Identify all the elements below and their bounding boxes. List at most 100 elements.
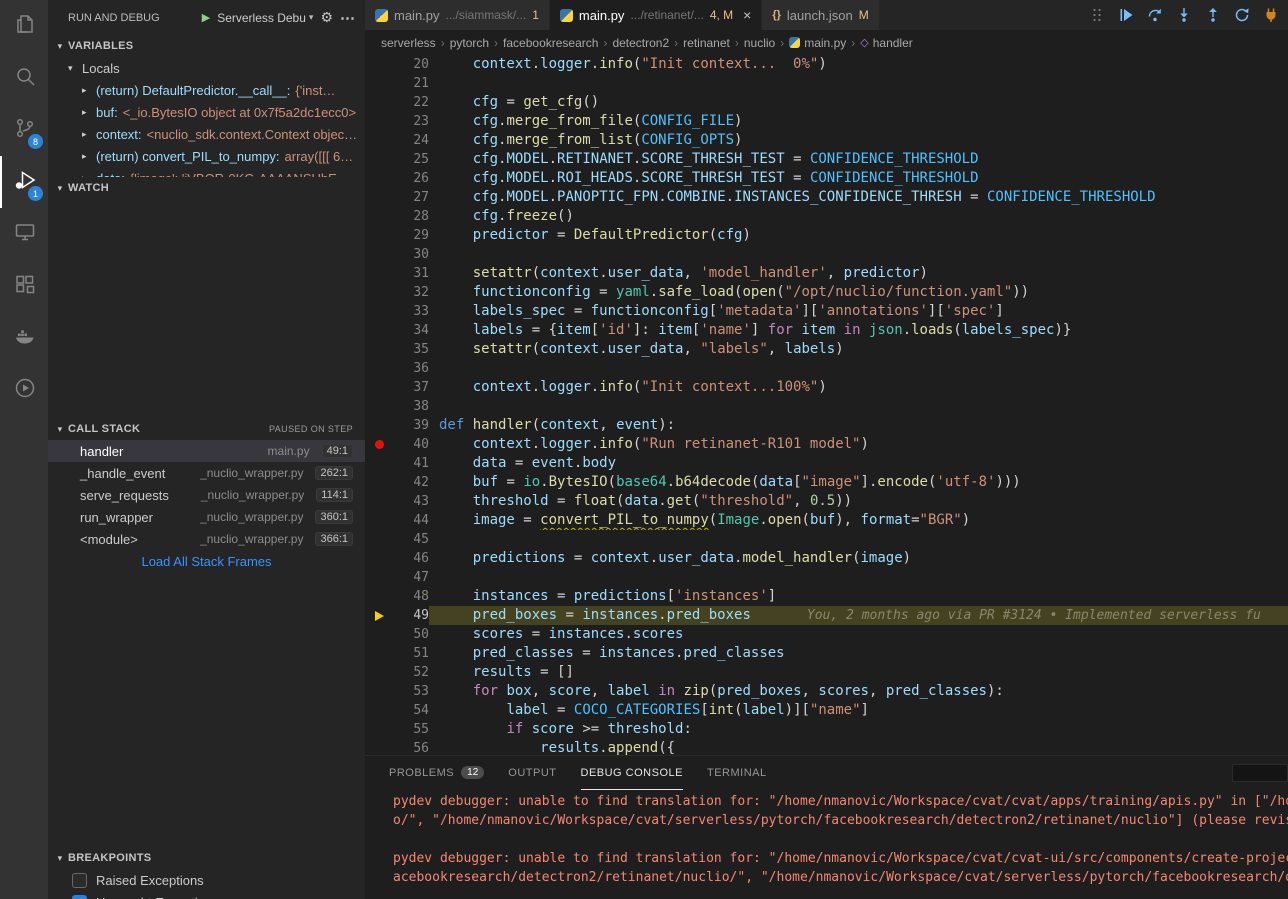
line-number[interactable]: 51	[393, 644, 429, 663]
breakpoint-item[interactable]: ✓Uncaught Exceptions	[48, 891, 365, 899]
line-number[interactable]: 47	[393, 568, 429, 587]
code-line[interactable]: 23 cfg.merge_from_file(CONFIG_FILE)	[365, 112, 1288, 131]
line-number[interactable]: 41	[393, 454, 429, 473]
line-number[interactable]: 20	[393, 55, 429, 74]
code-line[interactable]: 35 setattr(context.user_data, "labels", …	[365, 340, 1288, 359]
gutter-glyph-margin[interactable]	[365, 530, 393, 549]
code-line[interactable]: 47	[365, 568, 1288, 587]
line-number[interactable]: 40	[393, 435, 429, 454]
code-line[interactable]: 45	[365, 530, 1288, 549]
line-number[interactable]: 45	[393, 530, 429, 549]
code-line[interactable]: 50 scores = instances.scores	[365, 625, 1288, 644]
line-number[interactable]: 54	[393, 701, 429, 720]
code-line[interactable]: 24 cfg.merge_from_list(CONFIG_OPTS)	[365, 131, 1288, 150]
panel-tab-terminal[interactable]: TERMINAL	[707, 756, 767, 790]
gutter-glyph-margin[interactable]	[365, 568, 393, 587]
gutter-glyph-margin[interactable]	[365, 226, 393, 245]
variables-section-header[interactable]: ▾ VARIABLES	[48, 35, 365, 57]
line-number[interactable]: 42	[393, 473, 429, 492]
gutter-glyph-margin[interactable]	[365, 150, 393, 169]
code-line[interactable]: 52 results = []	[365, 663, 1288, 682]
line-number[interactable]: 39	[393, 416, 429, 435]
gutter-glyph-margin[interactable]	[365, 397, 393, 416]
gutter-glyph-margin[interactable]	[365, 625, 393, 644]
line-number[interactable]: 29	[393, 226, 429, 245]
line-number[interactable]: 56	[393, 739, 429, 755]
code-line[interactable]: 20 context.logger.info("Init context... …	[365, 55, 1288, 74]
gutter-glyph-margin[interactable]	[365, 264, 393, 283]
code-line[interactable]: 37 context.logger.info("Init context...1…	[365, 378, 1288, 397]
gutter-glyph-margin[interactable]	[365, 207, 393, 226]
code-line[interactable]: 41 data = event.body	[365, 454, 1288, 473]
line-number[interactable]: 35	[393, 340, 429, 359]
gutter-glyph-margin[interactable]	[365, 682, 393, 701]
code-line[interactable]: 48 instances = predictions['instances']	[365, 587, 1288, 606]
line-number[interactable]: 36	[393, 359, 429, 378]
breadcrumb-item[interactable]: serverless	[381, 36, 436, 50]
line-number[interactable]: 38	[393, 397, 429, 416]
editor-tab-2[interactable]: main.py.../retinanet/...4, M×	[550, 0, 762, 30]
restart-button[interactable]	[1233, 6, 1251, 24]
code-line[interactable]: 33 labels_spec = functionconfig['metadat…	[365, 302, 1288, 321]
panel-tab-problems[interactable]: PROBLEMS12	[389, 756, 484, 790]
code-line[interactable]: 28 cfg.freeze()	[365, 207, 1288, 226]
gutter-glyph-margin[interactable]	[365, 644, 393, 663]
line-number[interactable]: 49	[393, 606, 429, 625]
activitybar-item-explorer[interactable]	[0, 0, 48, 52]
gutter-glyph-margin[interactable]	[365, 302, 393, 321]
breadcrumb-item[interactable]: main.py	[789, 36, 846, 50]
breadcrumb-item[interactable]: nuclio	[744, 36, 775, 50]
variable-item[interactable]: ▸context:<nuclio_sdk.context.Context obj…	[48, 123, 365, 145]
line-number[interactable]: 25	[393, 150, 429, 169]
variable-item[interactable]: ▸(return) DefaultPredictor.__call__:{'in…	[48, 79, 365, 101]
gutter-glyph-margin[interactable]	[365, 492, 393, 511]
code-line[interactable]: 51 pred_classes = instances.pred_classes	[365, 644, 1288, 663]
variable-item[interactable]: ▸data:{'image': 'iVBOR-0KG-AAAANSUhE…	[48, 167, 365, 177]
line-number[interactable]: 37	[393, 378, 429, 397]
line-number[interactable]: 43	[393, 492, 429, 511]
code-line[interactable]: 25 cfg.MODEL.RETINANET.SCORE_THRESH_TEST…	[365, 150, 1288, 169]
stack-frame[interactable]: handlermain.py49:1	[48, 440, 365, 462]
gutter-glyph-margin[interactable]	[365, 55, 393, 74]
breadcrumb-item[interactable]: facebookresearch	[503, 36, 598, 50]
load-all-stack-frames-link[interactable]: Load All Stack Frames	[48, 550, 365, 572]
code-line[interactable]: 42 buf = io.BytesIO(base64.b64decode(dat…	[365, 473, 1288, 492]
step-into-button[interactable]	[1175, 6, 1193, 24]
code-line[interactable]: 55 if score >= threshold:	[365, 720, 1288, 739]
gutter-glyph-margin[interactable]	[365, 245, 393, 264]
editor-tab-1[interactable]: main.py.../siammask/...1	[365, 0, 550, 30]
gutter-glyph-margin[interactable]	[365, 169, 393, 188]
code-line[interactable]: 44 image = convert_PIL_to_numpy(Image.op…	[365, 511, 1288, 530]
disconnect-button[interactable]	[1262, 6, 1280, 24]
console-filter-input[interactable]	[1232, 764, 1288, 782]
gutter-glyph-margin[interactable]	[365, 416, 393, 435]
activitybar-item-docker[interactable]	[0, 312, 48, 364]
breadcrumb-item[interactable]: pytorch	[450, 36, 489, 50]
activitybar-item-run-circle[interactable]	[0, 364, 48, 416]
line-number[interactable]: 30	[393, 245, 429, 264]
line-number[interactable]: 44	[393, 511, 429, 530]
step-over-button[interactable]	[1146, 6, 1164, 24]
gutter-glyph-margin[interactable]	[365, 188, 393, 207]
gutter-glyph-margin[interactable]	[365, 511, 393, 530]
gutter-glyph-margin[interactable]	[365, 454, 393, 473]
code-line[interactable]: 22 cfg = get_cfg()	[365, 93, 1288, 112]
line-number[interactable]: 48	[393, 587, 429, 606]
editor-tab-3[interactable]: {}launch.jsonM	[762, 0, 879, 30]
line-number[interactable]: 28	[393, 207, 429, 226]
gutter-glyph-margin[interactable]	[365, 701, 393, 720]
code-line[interactable]: 54 label = COCO_CATEGORIES[int(label)]["…	[365, 701, 1288, 720]
gutter-glyph-margin[interactable]	[365, 435, 393, 454]
checkbox-unchecked-icon[interactable]	[72, 873, 87, 888]
code-line[interactable]: 43 threshold = float(data.get("threshold…	[365, 492, 1288, 511]
code-line[interactable]: 29 predictor = DefaultPredictor(cfg)	[365, 226, 1288, 245]
line-number[interactable]: 50	[393, 625, 429, 644]
line-number[interactable]: 26	[393, 169, 429, 188]
close-icon[interactable]: ×	[743, 7, 751, 23]
gutter-glyph-margin[interactable]	[365, 739, 393, 755]
more-actions-icon[interactable]: ⋯	[340, 9, 355, 27]
activitybar-item-run-debug[interactable]: 1	[0, 156, 48, 208]
gutter-glyph-margin[interactable]	[365, 131, 393, 150]
debug-config-picker[interactable]: Serverless Debu ▾	[217, 11, 313, 25]
checkbox-checked-icon[interactable]: ✓	[72, 895, 87, 899]
